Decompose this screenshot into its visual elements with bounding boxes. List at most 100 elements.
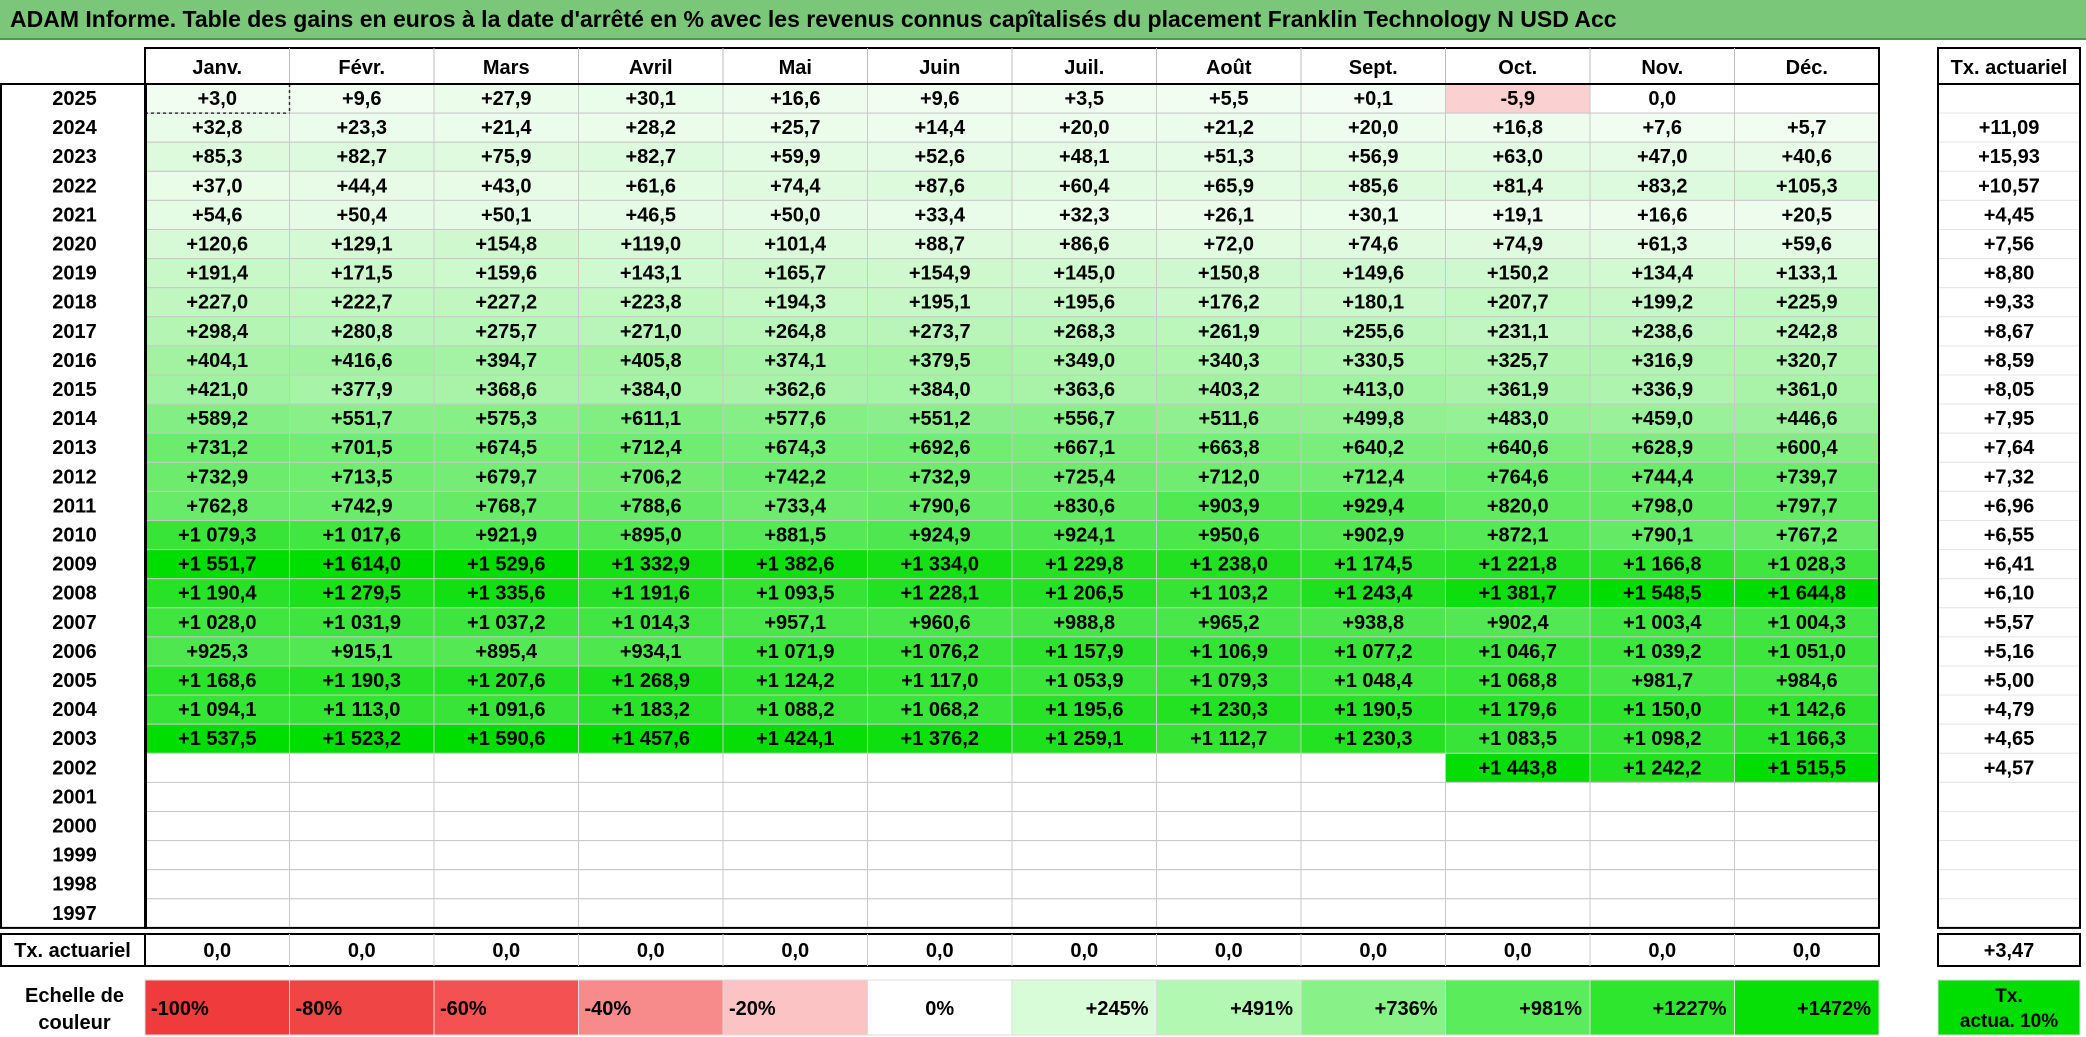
cell-value-2011-8: +903,9: [1198, 495, 1260, 517]
cell-1997-8: [1156, 898, 1302, 929]
cell-value-2025-11: 0,0: [1648, 88, 1676, 110]
rate-value-2013: +7,64: [1984, 437, 2035, 459]
cell-value-2008-1: +1 190,4: [178, 583, 257, 605]
cell-value-2019-12: +133,1: [1776, 263, 1838, 285]
cell-1997-10: [1445, 898, 1591, 929]
cell-value-2023-7: +48,1: [1059, 146, 1110, 168]
rate-value-2006: +5,16: [1984, 641, 2035, 663]
cell-2001-11: [1589, 781, 1735, 813]
cell-value-2003-3: +1 590,6: [467, 728, 545, 750]
cell-value-2021-9: +30,1: [1348, 204, 1399, 226]
cell-value-2022-8: +65,9: [1203, 175, 1254, 197]
cell-value-2020-9: +74,6: [1348, 234, 1399, 256]
cell-value-2012-8: +712,0: [1198, 466, 1260, 488]
cell-value-2008-12: +1 644,8: [1768, 583, 1846, 605]
cell-value-2006-5: +1 071,9: [756, 641, 834, 663]
cell-value-2025-10: -5,9: [1501, 88, 1535, 110]
cell-1999-11: [1589, 840, 1735, 871]
cell-value-2022-1: +37,0: [192, 175, 243, 197]
month-header-6: Juin: [919, 57, 960, 79]
legend-text-9: +736%: [1375, 998, 1438, 1020]
rate-value-2024: +11,09: [1979, 117, 2040, 139]
cell-value-2003-6: +1 376,2: [901, 728, 979, 750]
cell-1997-3: [433, 898, 579, 929]
cell-value-2018-8: +176,2: [1198, 292, 1260, 314]
rate-value-2005: +5,00: [1984, 670, 2035, 692]
legend-text-5: -20%: [729, 998, 776, 1020]
cell-2000-6: [867, 811, 1013, 842]
footer-value-6: 0,0: [926, 940, 954, 962]
cell-value-2020-12: +59,6: [1781, 234, 1832, 256]
cell-value-2015-10: +361,9: [1487, 379, 1549, 401]
cell-1998-8: [1156, 869, 1302, 900]
cell-value-2017-8: +261,9: [1198, 321, 1260, 343]
cell-value-2003-11: +1 098,2: [1623, 728, 1701, 750]
cell-value-2008-4: +1 191,6: [612, 583, 690, 605]
cell-value-2018-12: +225,9: [1776, 292, 1838, 314]
cell-value-2013-9: +640,2: [1342, 437, 1404, 459]
year-label-2013: 2013: [52, 437, 97, 459]
cell-value-2018-3: +227,2: [475, 292, 537, 314]
cell-1999-5: [722, 840, 868, 871]
cell-value-2018-5: +194,3: [764, 292, 826, 314]
cell-2002-5: [722, 752, 868, 783]
cell-value-2022-7: +60,4: [1059, 175, 1110, 197]
year-label-1997: 1997: [52, 903, 97, 925]
cell-value-2020-10: +74,9: [1492, 234, 1543, 256]
cell-1998-1: [144, 869, 290, 900]
cell-value-2006-6: +1 076,2: [901, 641, 979, 663]
cell-value-2019-7: +145,0: [1053, 263, 1115, 285]
cell-value-2006-10: +1 046,7: [1479, 641, 1557, 663]
cell-value-2015-11: +336,9: [1631, 379, 1693, 401]
cell-value-2004-8: +1 230,3: [1190, 699, 1268, 721]
cell-value-2003-4: +1 457,6: [612, 728, 690, 750]
cell-value-2010-10: +872,1: [1487, 525, 1549, 547]
cell-value-2021-5: +50,0: [770, 204, 821, 226]
year-label-2002: 2002: [52, 757, 97, 779]
cell-value-2016-8: +340,3: [1198, 350, 1260, 372]
cell-value-2007-3: +1 037,2: [467, 612, 545, 634]
cell-value-2016-4: +405,8: [620, 350, 682, 372]
footer-value-1: 0,0: [203, 940, 231, 962]
cell-value-2011-3: +768,7: [475, 495, 537, 517]
cell-value-2013-2: +701,5: [331, 437, 393, 459]
cell-2001-2: [289, 781, 435, 813]
cell-value-2011-12: +797,7: [1776, 495, 1838, 517]
cell-value-2019-2: +171,5: [331, 263, 393, 285]
cell-2001-9: [1300, 781, 1446, 813]
cell-value-2025-4: +30,1: [625, 88, 676, 110]
cell-2001-8: [1156, 781, 1302, 813]
cell-value-2013-3: +674,5: [475, 437, 537, 459]
cell-value-2013-5: +674,3: [764, 437, 826, 459]
cell-value-2005-2: +1 190,3: [323, 670, 401, 692]
month-header-9: Sept.: [1349, 57, 1398, 79]
cell-value-2006-7: +1 157,9: [1045, 641, 1123, 663]
cell-value-2008-6: +1 228,1: [901, 583, 979, 605]
cell-value-2020-11: +61,3: [1637, 234, 1688, 256]
month-header-5: Mai: [779, 57, 812, 79]
cell-1999-1: [144, 840, 290, 871]
rate-cell-1997: [1937, 898, 2081, 929]
cell-value-2003-1: +1 537,5: [178, 728, 256, 750]
cell-value-2017-2: +280,8: [331, 321, 393, 343]
cell-value-2018-1: +227,0: [186, 292, 248, 314]
cell-2002-9: [1300, 752, 1446, 783]
cell-value-2006-8: +1 106,9: [1190, 641, 1268, 663]
cell-value-2007-5: +957,1: [764, 612, 826, 634]
cell-value-2009-2: +1 614,0: [323, 554, 401, 576]
cell-value-2019-8: +150,8: [1198, 263, 1260, 285]
cell-1997-11: [1589, 898, 1735, 929]
footer-label: Tx. actuariel: [14, 940, 131, 962]
cell-value-2021-8: +26,1: [1203, 204, 1254, 226]
cell-value-2011-1: +762,8: [186, 495, 248, 517]
cell-value-2024-9: +20,0: [1348, 117, 1399, 139]
cell-value-2017-3: +275,7: [475, 321, 537, 343]
legend-text-6: 0%: [925, 998, 954, 1020]
cell-2000-5: [722, 811, 868, 842]
rate-cell-2000: [1937, 811, 2081, 842]
cell-value-2015-1: +421,0: [186, 379, 248, 401]
footer-value-8: 0,0: [1215, 940, 1243, 962]
footer-value-3: 0,0: [492, 940, 520, 962]
cell-1998-9: [1300, 869, 1446, 900]
cell-value-2010-12: +767,2: [1776, 525, 1838, 547]
